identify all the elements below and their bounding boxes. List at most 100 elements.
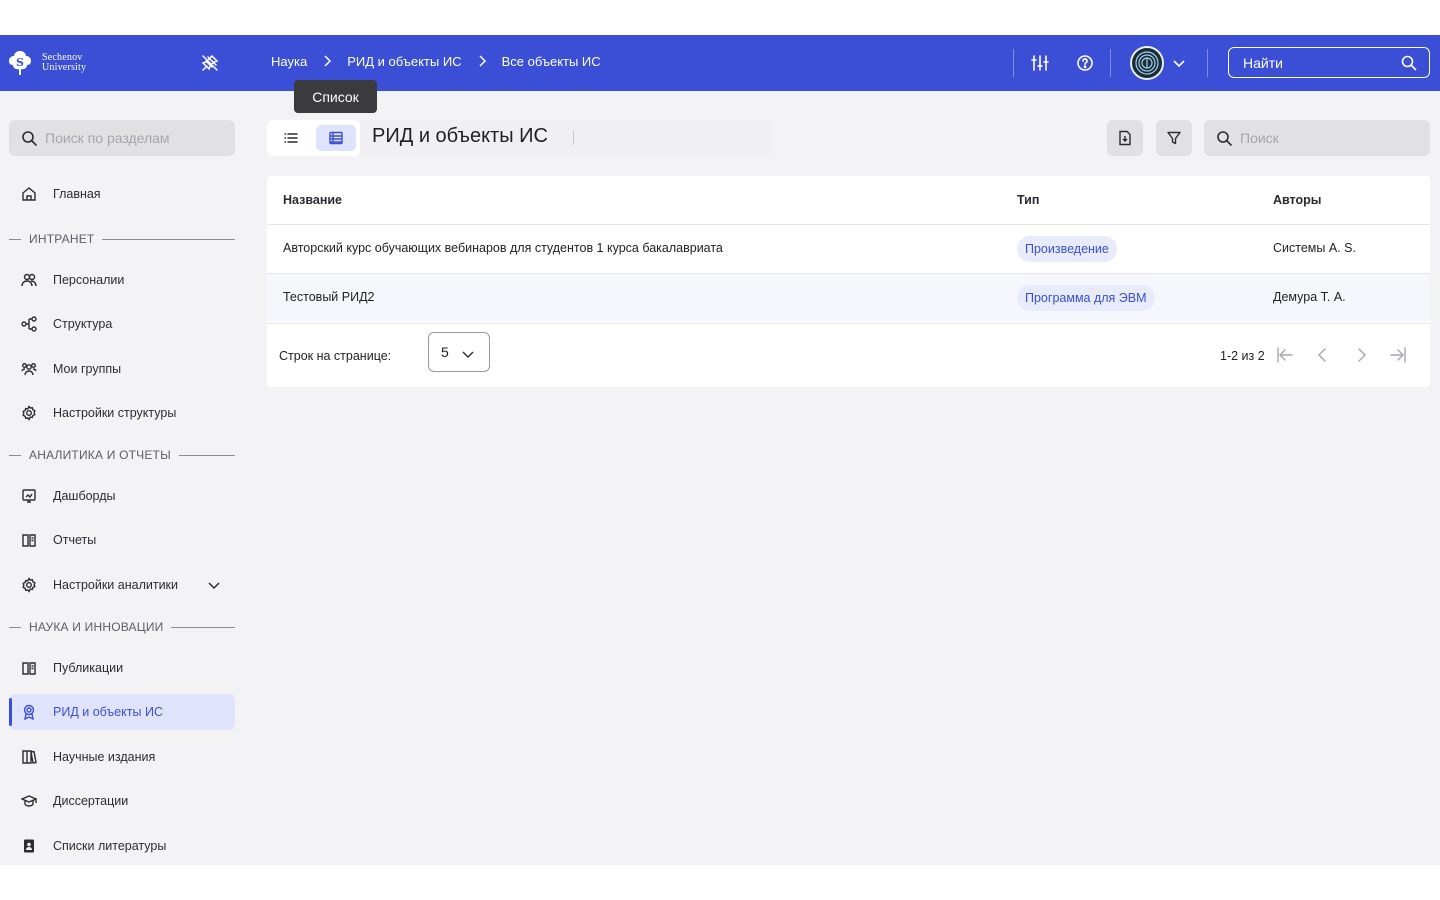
sidebar-item-label: Публикации [53, 661, 124, 675]
sidebar-search-placeholder: Поиск по разделам [45, 130, 170, 146]
user-avatar[interactable] [1130, 46, 1164, 80]
sidebar-item-label: Настройки структуры [53, 406, 177, 420]
sidebar-item-reports[interactable]: Отчеты [9, 522, 235, 558]
page-title: РИД и объекты ИС [372, 125, 548, 147]
tree-logo-icon: S [9, 51, 31, 75]
breadcrumb-item-science[interactable]: Наука [271, 54, 307, 69]
sidebar-item-publications[interactable]: Публикации [9, 650, 235, 686]
header-divider [1207, 49, 1208, 77]
book-icon [22, 662, 36, 675]
type-chip: Произведение [1017, 236, 1117, 262]
sidebar-item-personalities[interactable]: Персоналии [9, 262, 235, 298]
help-icon[interactable] [1074, 52, 1096, 74]
chevron-down-icon [462, 351, 474, 358]
column-header-type[interactable]: Тип [1017, 193, 1039, 207]
table-pagination: Строк на странице: 5 1-2 из 2 [267, 323, 1430, 387]
previous-page-icon[interactable] [1313, 345, 1333, 365]
sidebar-item-label: Структура [53, 317, 113, 331]
table-view-button[interactable] [316, 125, 356, 151]
list-view-button[interactable] [271, 125, 311, 151]
chevron-right-icon [479, 55, 486, 67]
main-search-input[interactable]: Поиск [1204, 120, 1430, 156]
view-toggle [267, 120, 360, 156]
sidebar-item-dissertations[interactable]: Диссертации [9, 783, 235, 819]
table-icon [329, 131, 343, 145]
find-label: Найти [1243, 54, 1283, 71]
rows-per-page-select[interactable]: 5 [428, 332, 490, 372]
search-icon [22, 131, 37, 146]
last-page-icon[interactable] [1388, 345, 1408, 365]
sidebar-item-home[interactable]: Главная [9, 176, 235, 212]
cell-authors: Демура Т. А. [1273, 290, 1346, 304]
column-header-authors[interactable]: Авторы [1273, 193, 1321, 207]
unpin-icon[interactable] [200, 53, 220, 73]
tooltip: Список [294, 80, 377, 113]
svg-text:S: S [16, 56, 24, 69]
gear-icon [22, 405, 36, 421]
page-range: 1-2 из 2 [1220, 349, 1265, 363]
sidebar-item-label: РИД и объекты ИС [53, 705, 163, 719]
contact-book-icon [24, 839, 34, 853]
column-header-name[interactable]: Название [283, 193, 342, 207]
section-title: НАУКА И ИННОВАЦИИ [29, 620, 164, 634]
graduation-cap-icon [21, 795, 37, 807]
brand-line-2: University [42, 62, 87, 73]
header-divider [1013, 49, 1014, 77]
find-button[interactable]: Найти [1228, 47, 1430, 78]
fingerprint-avatar-icon [1135, 51, 1159, 75]
chevron-down-icon[interactable] [1171, 55, 1187, 71]
rows-per-page-value: 5 [441, 344, 449, 360]
filter-button[interactable] [1156, 120, 1192, 156]
sidebar-item-label: Отчеты [53, 533, 97, 547]
table-row[interactable]: Авторский курс обучающих вебинаров для с… [267, 224, 1430, 273]
type-chip: Программа для ЭВМ [1017, 285, 1155, 311]
section-intranet: ИНТРАНЕТ [9, 231, 235, 247]
filter-icon [1167, 131, 1181, 145]
gear-icon [22, 577, 36, 593]
sidebar-item-structure[interactable]: Структура [9, 306, 235, 342]
brand-logo[interactable]: S Sechenov University [4, 49, 86, 77]
next-page-icon[interactable] [1351, 345, 1371, 365]
main-search-placeholder: Поиск [1240, 130, 1279, 146]
section-title: ИНТРАНЕТ [29, 232, 95, 246]
brand-name: Sechenov University [42, 53, 86, 73]
books-icon [22, 750, 37, 764]
sidebar-item-label: Персоналии [53, 273, 125, 287]
table-row[interactable]: Тестовый РИД2 Программа для ЭВМ Демура Т… [267, 273, 1430, 322]
sidebar-item-label: Настройки аналитики [53, 578, 179, 592]
sidebar-item-structure-settings[interactable]: Настройки структуры [9, 395, 235, 431]
breadcrumb-item-rid[interactable]: РИД и объекты ИС [347, 54, 461, 69]
sidebar-item-label: Мои группы [53, 362, 122, 376]
top-bar: S Sechenov University Наука РИД и объект… [0, 35, 1440, 91]
app-root: S Sechenov University Наука РИД и объект… [0, 35, 1440, 865]
sidebar-item-dashboards[interactable]: Дашборды [9, 478, 235, 514]
dashboard-icon [22, 489, 36, 503]
section-title: АНАЛИТИКА И ОТЧЕТЫ [29, 448, 171, 462]
sidebar-item-label: Диссертации [53, 794, 129, 808]
file-download-icon [1119, 130, 1131, 146]
cell-name: Тестовый РИД2 [283, 290, 375, 304]
award-icon [23, 704, 35, 720]
sidebar-search-input[interactable]: Поиск по разделам [9, 120, 235, 156]
first-page-icon[interactable] [1275, 345, 1295, 365]
structure-icon [21, 316, 37, 332]
rows-per-page-label: Строк на странице: [279, 349, 392, 363]
title-caret [573, 131, 574, 145]
users-icon [21, 273, 37, 287]
sidebar-item-journals[interactable]: Научные издания [9, 739, 235, 775]
breadcrumb-item-all-objects: Все объекты ИС [501, 53, 601, 69]
chevron-down-icon[interactable] [207, 578, 221, 592]
export-button[interactable] [1107, 120, 1143, 156]
group-icon [21, 363, 37, 376]
list-icon [284, 133, 298, 143]
settings-sliders-icon[interactable] [1029, 52, 1051, 74]
sidebar-item-my-groups[interactable]: Мои группы [9, 351, 235, 387]
sidebar-item-literature[interactable]: Списки литературы [9, 828, 235, 864]
sidebar-item-label: Дашборды [53, 489, 116, 503]
home-icon [22, 187, 36, 201]
breadcrumb: Наука РИД и объекты ИС Все объекты ИС [271, 53, 601, 69]
cell-authors: Системы А. S. [1273, 241, 1356, 255]
sidebar-item-rid[interactable]: РИД и объекты ИС [9, 694, 235, 730]
header-divider [1110, 49, 1111, 77]
sidebar-item-analytics-settings[interactable]: Настройки аналитики [9, 567, 235, 603]
